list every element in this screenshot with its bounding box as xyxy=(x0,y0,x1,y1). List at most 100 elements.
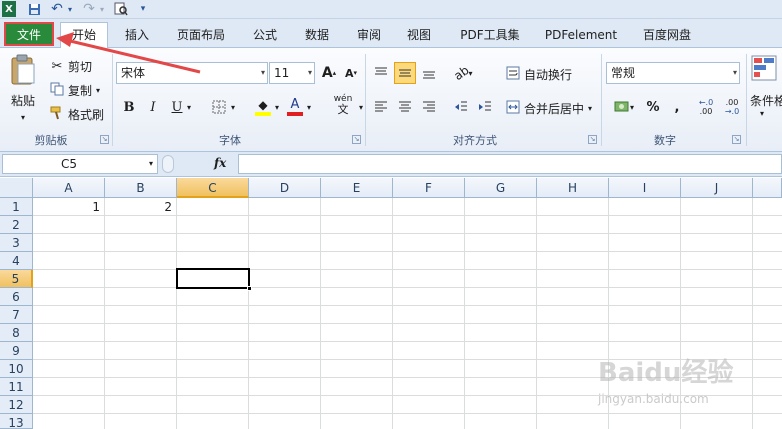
number-dialog-launcher-icon[interactable]: ↘ xyxy=(732,135,741,144)
row-header-13[interactable]: 13 xyxy=(0,414,33,429)
increase-indent-button[interactable] xyxy=(474,96,496,118)
shrink-font-button[interactable]: A ▾ xyxy=(340,62,362,84)
paste-button[interactable]: 粘贴 ▾ xyxy=(6,54,40,126)
column-header-g[interactable]: G xyxy=(465,178,537,198)
tab-data[interactable]: 数据 xyxy=(296,23,338,48)
tab-insert[interactable]: 插入 xyxy=(114,23,160,48)
column-header-e[interactable]: E xyxy=(321,178,393,198)
align-right-button[interactable] xyxy=(418,96,440,118)
formula-bar-resize-handle[interactable] xyxy=(162,155,174,173)
redo-icon[interactable]: ↷ xyxy=(80,1,98,17)
font-color-dropdown-icon[interactable]: ▾ xyxy=(304,96,314,118)
tab-pdfelement[interactable]: PDFelement xyxy=(540,23,622,48)
row-header-9[interactable]: 9 xyxy=(0,342,33,360)
align-top-button[interactable] xyxy=(370,62,392,84)
row-header-2[interactable]: 2 xyxy=(0,216,33,234)
column-header-h[interactable]: H xyxy=(537,178,609,198)
font-color-button[interactable]: A xyxy=(284,96,306,118)
column-header-j[interactable]: J xyxy=(681,178,753,198)
cell-b1[interactable]: 2 xyxy=(105,198,176,216)
save-icon[interactable] xyxy=(26,1,42,17)
align-bottom-icon xyxy=(423,71,435,79)
wrap-text-button[interactable]: 自动换行 xyxy=(504,64,572,84)
increase-decimal-button[interactable]: ←.0.00 xyxy=(694,96,718,118)
number-format-select[interactable]: 常规 ▾ xyxy=(606,62,740,84)
column-header-b[interactable]: B xyxy=(105,178,177,198)
italic-button[interactable]: I xyxy=(142,96,164,118)
fill-color-button[interactable]: ◆ xyxy=(252,96,274,118)
redo-dropdown-icon[interactable]: ▾ xyxy=(98,1,106,17)
phonetic-button[interactable]: wén 文 xyxy=(328,94,358,116)
column-header-i[interactable]: I xyxy=(609,178,681,198)
align-bottom-button[interactable] xyxy=(418,62,440,84)
merge-dropdown-icon: ▾ xyxy=(588,103,593,113)
align-middle-button[interactable] xyxy=(394,62,416,84)
decrease-decimal-button[interactable]: .00 →.0 xyxy=(720,96,744,118)
format-painter-button[interactable]: 格式刷 xyxy=(48,104,104,124)
copy-button[interactable]: 复制 ▾ xyxy=(48,80,100,100)
name-box[interactable]: C5 ▾ xyxy=(2,154,158,174)
row-header-4[interactable]: 4 xyxy=(0,252,33,270)
borders-button[interactable] xyxy=(208,96,230,118)
tab-file[interactable]: 文件 xyxy=(4,22,54,46)
excel-app-icon[interactable]: X xyxy=(2,1,16,17)
tab-page-layout[interactable]: 页面布局 xyxy=(168,23,234,48)
tab-home[interactable]: 开始 xyxy=(60,22,108,49)
print-preview-icon[interactable] xyxy=(112,1,130,17)
active-cell-c5[interactable] xyxy=(176,268,252,291)
copy-label: 复制 xyxy=(68,83,93,98)
cell-a1[interactable]: 1 xyxy=(33,198,104,216)
row-header-1[interactable]: 1 xyxy=(0,198,33,216)
font-family-select[interactable]: 宋体 ▾ xyxy=(116,62,268,84)
column-header-c[interactable]: C xyxy=(177,178,249,198)
conditional-formatting-button[interactable]: 条件格 ▾ xyxy=(750,54,782,130)
fill-color-dropdown-icon[interactable]: ▾ xyxy=(272,96,282,118)
grow-font-button[interactable]: A ▴ xyxy=(318,62,340,84)
tab-review[interactable]: 审阅 xyxy=(348,23,390,48)
column-header-k[interactable] xyxy=(753,178,782,198)
row-header-7[interactable]: 7 xyxy=(0,306,33,324)
column-header-a[interactable]: A xyxy=(33,178,105,198)
row-header-10[interactable]: 10 xyxy=(0,360,33,378)
paste-dropdown-icon: ▾ xyxy=(20,113,25,122)
undo-dropdown-icon[interactable]: ▾ xyxy=(66,1,74,17)
align-left-button[interactable] xyxy=(370,96,392,118)
grid-line xyxy=(33,305,782,306)
font-dialog-launcher-icon[interactable]: ↘ xyxy=(352,135,361,144)
select-all-corner[interactable] xyxy=(0,178,33,198)
clipboard-dialog-launcher-icon[interactable]: ↘ xyxy=(100,135,109,144)
tab-pdf-tools[interactable]: PDF工具集 xyxy=(452,23,528,48)
row-header-12[interactable]: 12 xyxy=(0,396,33,414)
decrease-indent-button[interactable] xyxy=(450,96,472,118)
borders-dropdown-icon[interactable]: ▾ xyxy=(228,96,238,118)
underline-dropdown-icon[interactable]: ▾ xyxy=(184,96,194,118)
accounting-format-button[interactable]: ▾ xyxy=(610,96,638,118)
cut-button[interactable]: ✂ 剪切 xyxy=(48,56,92,76)
tab-baidu-netdisk[interactable]: 百度网盘 xyxy=(634,23,700,48)
group-divider xyxy=(746,54,747,146)
alignment-dialog-launcher-icon[interactable]: ↘ xyxy=(588,135,597,144)
grid-line xyxy=(33,323,782,324)
row-header-5[interactable]: 5 xyxy=(0,270,33,288)
percent-style-button[interactable]: % xyxy=(642,96,664,118)
alignment-group-label: 对齐方式 xyxy=(453,134,497,147)
bold-button[interactable]: B xyxy=(118,96,140,118)
customize-qat-icon[interactable]: ▾ xyxy=(138,1,148,17)
comma-style-button[interactable]: , xyxy=(666,96,688,118)
fill-handle[interactable] xyxy=(247,286,252,291)
row-header-6[interactable]: 6 xyxy=(0,288,33,306)
tab-formulas[interactable]: 公式 xyxy=(244,23,286,48)
tab-view[interactable]: 视图 xyxy=(398,23,440,48)
formula-input[interactable] xyxy=(238,154,782,174)
merge-center-button[interactable]: 合并后居中 ▾ xyxy=(504,98,592,118)
font-size-select[interactable]: 11 ▾ xyxy=(269,62,315,84)
column-header-d[interactable]: D xyxy=(249,178,321,198)
undo-icon[interactable]: ↶ xyxy=(48,1,66,17)
row-header-3[interactable]: 3 xyxy=(0,234,33,252)
row-header-11[interactable]: 11 xyxy=(0,378,33,396)
column-header-f[interactable]: F xyxy=(393,178,465,198)
align-center-button[interactable] xyxy=(394,96,416,118)
orientation-button[interactable]: ab ▾ xyxy=(448,62,478,84)
row-header-8[interactable]: 8 xyxy=(0,324,33,342)
insert-function-icon[interactable]: fx xyxy=(214,156,226,170)
